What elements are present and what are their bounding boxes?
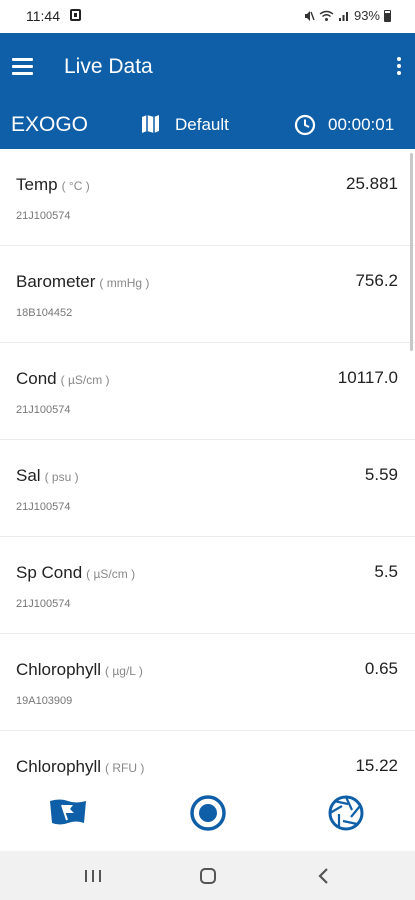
parameter-unit: ( RFU ) [105, 761, 145, 775]
parameter-value: 756.2 [355, 271, 398, 290]
bottom-action-bar [0, 779, 415, 851]
home-icon[interactable] [193, 863, 223, 889]
parameter-name: Chlorophyll( µg/L ) [16, 660, 143, 679]
site-flag-icon[interactable] [48, 793, 88, 833]
parameter-value: 0.65 [364, 659, 398, 678]
device-name: EXOGO [11, 113, 89, 136]
clock-icon [294, 114, 316, 136]
wifi-icon [319, 10, 334, 21]
more-options-icon[interactable] [395, 55, 403, 77]
parameter-value: 15.22 [355, 756, 398, 775]
status-indicators: 93% [303, 8, 391, 23]
parameter-name: Sal( psu ) [16, 466, 79, 485]
parameter-value: 5.59 [364, 465, 398, 484]
list-item[interactable]: Sal( psu ) 5.59 21J100574 [0, 440, 415, 537]
parameter-unit: ( µS/cm ) [60, 373, 110, 387]
signal-icon [338, 11, 348, 21]
parameter-unit: ( mmHg ) [99, 276, 150, 290]
back-icon[interactable] [309, 863, 339, 889]
hamburger-menu-icon[interactable] [12, 58, 33, 76]
sensor-serial: 21J100574 [16, 501, 71, 513]
map-icon[interactable] [141, 114, 160, 134]
parameter-unit: ( µS/cm ) [86, 567, 136, 581]
list-item[interactable]: Cond( µS/cm ) 10117.0 21J100574 [0, 343, 415, 440]
parameter-name: Cond( µS/cm ) [16, 369, 110, 388]
parameter-value: 25.881 [346, 174, 398, 193]
app-bar: Live Data [0, 33, 415, 101]
parameter-value: 10117.0 [337, 368, 398, 387]
parameter-unit: ( °C ) [61, 179, 90, 193]
system-navigation-bar [0, 851, 415, 900]
list-item[interactable]: Sp Cond( µS/cm ) 5.5 21J100574 [0, 537, 415, 634]
parameter-name: Chlorophyll( RFU ) [16, 757, 145, 776]
parameter-value: 5.5 [374, 562, 398, 581]
parameter-name: Sp Cond( µS/cm ) [16, 563, 136, 582]
scrollbar[interactable] [410, 153, 413, 351]
status-bar: 11:44 93% [0, 0, 415, 33]
status-time: 11:44 [26, 8, 60, 24]
sensor-serial: 19A103909 [16, 695, 73, 707]
notification-icon [70, 9, 81, 21]
sensor-serial: 21J100574 [16, 598, 71, 610]
record-icon[interactable] [188, 793, 228, 833]
device-info-bar: EXOGO Default 00:00:01 [0, 101, 415, 149]
list-item[interactable]: Barometer( mmHg ) 756.2 18B104452 [0, 246, 415, 343]
list-item[interactable]: Chlorophyll( RFU ) 15.22 [0, 731, 415, 779]
battery-icon [384, 9, 391, 22]
sensor-serial: 21J100574 [16, 210, 71, 222]
page-title: Live Data [64, 55, 153, 78]
parameter-unit: ( psu ) [44, 470, 79, 484]
list-item[interactable]: Chlorophyll( µg/L ) 0.65 19A103909 [0, 634, 415, 731]
profile-label[interactable]: Default [175, 115, 229, 135]
list-item[interactable]: Temp( °C ) 25.881 21J100574 [0, 149, 415, 246]
parameter-list[interactable]: Temp( °C ) 25.881 21J100574 Barometer( m… [0, 149, 415, 779]
parameter-name: Temp( °C ) [16, 175, 90, 194]
sensor-serial: 18B104452 [16, 307, 73, 319]
recent-apps-icon[interactable] [78, 863, 108, 889]
mute-icon [304, 10, 315, 21]
battery-percent: 93% [353, 8, 380, 23]
camera-shutter-icon[interactable] [326, 793, 366, 833]
parameter-name: Barometer( mmHg ) [16, 272, 150, 291]
elapsed-timer: 00:00:01 [328, 115, 395, 134]
sensor-serial: 21J100574 [16, 404, 71, 416]
parameter-unit: ( µg/L ) [105, 664, 143, 678]
